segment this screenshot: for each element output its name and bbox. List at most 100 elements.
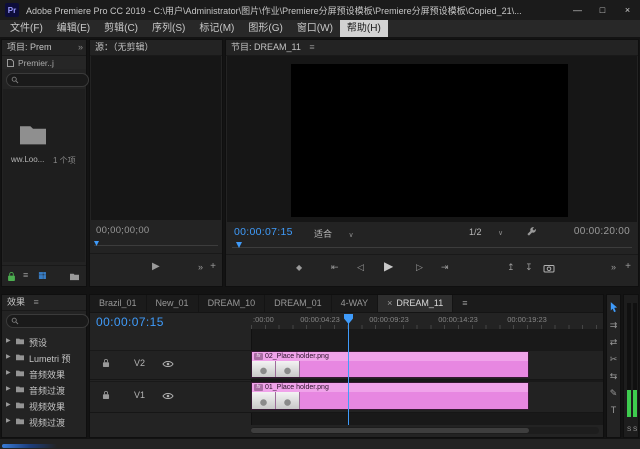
pen-tool-icon[interactable]: ✎ xyxy=(607,388,620,399)
program-scrubber[interactable] xyxy=(232,247,632,248)
project-item-row[interactable]: Premier..j xyxy=(2,56,86,69)
menu-edit[interactable]: 编辑(E) xyxy=(50,20,97,37)
selection-tool-icon[interactable] xyxy=(609,301,618,314)
effects-tab[interactable]: 效果 xyxy=(7,297,25,307)
extract-icon[interactable]: ↧ xyxy=(525,262,533,273)
lift-icon[interactable]: ↥ xyxy=(507,262,515,273)
fit-dropdown[interactable]: 适合 ∨ xyxy=(314,227,354,240)
timeline-playhead-line[interactable] xyxy=(348,314,349,425)
timeline-tab-new-01[interactable]: New_01 xyxy=(147,295,199,312)
twirl-icon[interactable]: ▶ xyxy=(6,385,11,392)
clip-name-bar: fx 02_Place holder.png xyxy=(252,352,528,361)
program-add-button-icon[interactable]: + xyxy=(625,261,631,272)
source-more-icon[interactable]: » xyxy=(198,262,203,272)
type-tool-icon[interactable]: T xyxy=(607,405,620,415)
close-button[interactable]: × xyxy=(615,0,640,20)
timeline-panel-menu-icon[interactable]: ≡ xyxy=(453,295,476,312)
clip-v1-01-place-holder[interactable]: fx 01_Place holder.png xyxy=(251,382,529,410)
timeline-tab-dream-11[interactable]: ×DREAM_11 xyxy=(378,295,453,312)
chevron-down-icon: ∨ xyxy=(349,232,354,239)
bin-name-label[interactable]: ww.Loo... xyxy=(11,155,44,164)
effects-item-audio-transitions[interactable]: ▶ 音频过渡 xyxy=(2,381,86,397)
program-timecode[interactable]: 00:00:07:15 xyxy=(234,226,293,238)
track-lock-icon[interactable] xyxy=(102,390,110,400)
effects-item-lumetri[interactable]: ▶ Lumetri 预 xyxy=(2,349,86,365)
add-marker-icon[interactable]: ◆ xyxy=(296,263,302,272)
solo-button-left[interactable]: S xyxy=(627,426,631,433)
menu-graphics[interactable]: 图形(G) xyxy=(241,20,289,37)
effects-panel: 效果 ≡ ▶ 预设 ▶ Lumetri 预 ▶ 音频效果 ▶ 音频过渡 xyxy=(1,294,87,438)
go-to-in-icon[interactable]: ⇤ xyxy=(331,262,339,273)
menu-markers[interactable]: 标记(M) xyxy=(192,20,241,37)
source-scrubber[interactable] xyxy=(94,245,218,246)
program-more-icon[interactable]: » xyxy=(611,262,616,272)
twirl-icon[interactable]: ▶ xyxy=(6,337,11,344)
twirl-icon[interactable]: ▶ xyxy=(6,417,11,424)
project-lock-icon[interactable] xyxy=(7,271,16,282)
twirl-icon[interactable]: ▶ xyxy=(6,369,11,376)
program-panel-menu-icon[interactable]: ≡ xyxy=(309,42,314,52)
maximize-button[interactable]: □ xyxy=(590,0,615,20)
resolution-dropdown[interactable]: 1/2 ∨ xyxy=(469,227,503,237)
project-tab[interactable]: 项目: Prem xyxy=(7,42,52,52)
hscrollbar-thumb[interactable] xyxy=(251,428,529,433)
effects-panel-menu-icon[interactable]: ≡ xyxy=(34,297,39,307)
go-to-out-icon[interactable]: ⇥ xyxy=(441,262,449,273)
bin-folder-icon[interactable] xyxy=(17,121,49,147)
effects-item-presets[interactable]: ▶ 预设 xyxy=(2,333,86,349)
track-eye-icon[interactable] xyxy=(162,360,174,368)
program-tab[interactable]: 节目: DREAM_11 xyxy=(231,42,301,52)
effects-item-video-transitions[interactable]: ▶ 视频过渡 xyxy=(2,413,86,429)
solo-button-right[interactable]: S xyxy=(633,426,637,433)
menu-clip[interactable]: 剪辑(C) xyxy=(97,20,145,37)
ripple-edit-tool-icon[interactable]: ⇄ xyxy=(607,337,620,348)
menu-help[interactable]: 帮助(H) xyxy=(340,20,388,37)
project-search[interactable] xyxy=(6,73,89,87)
tab-close-icon[interactable]: × xyxy=(387,298,392,308)
panel-overflow-icon[interactable]: » xyxy=(78,40,83,55)
export-frame-camera-icon[interactable] xyxy=(543,264,555,273)
divider xyxy=(90,253,222,254)
timeline-timecode[interactable]: 00:00:07:15 xyxy=(96,315,164,329)
source-tab[interactable]: 源：（无剪辑） xyxy=(95,42,154,52)
timeline-tab-brazil-01[interactable]: Brazil_01 xyxy=(90,295,147,312)
effects-search-input[interactable] xyxy=(19,317,84,326)
play-icon[interactable]: ▶ xyxy=(384,259,393,273)
step-back-icon[interactable]: ◁ xyxy=(357,262,364,273)
clip-v2-02-place-holder[interactable]: fx 02_Place holder.png xyxy=(251,351,529,378)
clip-thumbnail xyxy=(252,392,276,409)
menu-file[interactable]: 文件(F) xyxy=(3,20,50,37)
razor-tool-icon[interactable]: ✂ xyxy=(607,354,620,365)
slip-tool-icon[interactable]: ⇆ xyxy=(607,371,620,382)
menu-sequence[interactable]: 序列(S) xyxy=(145,20,192,37)
ruler-label: 00:00:14:23 xyxy=(438,315,478,324)
minimize-button[interactable]: — xyxy=(565,0,590,20)
track-lock-icon[interactable] xyxy=(102,358,110,368)
list-view-icon[interactable]: ≡ xyxy=(23,270,28,280)
icon-view-icon[interactable]: ▦ xyxy=(38,270,47,281)
settings-wrench-icon[interactable] xyxy=(526,226,537,237)
track-eye-icon[interactable] xyxy=(162,392,174,400)
project-search-input[interactable] xyxy=(19,76,84,85)
source-add-button-icon[interactable]: + xyxy=(210,261,216,272)
timeline-hscrollbar[interactable] xyxy=(251,427,599,434)
step-forward-icon[interactable]: ▷ xyxy=(416,262,423,273)
twirl-icon[interactable]: ▶ xyxy=(6,401,11,408)
effects-search[interactable] xyxy=(6,314,89,328)
track-label-v2[interactable]: V2 xyxy=(134,358,145,368)
effects-item-audio-effects[interactable]: ▶ 音频效果 xyxy=(2,365,86,381)
source-timecode[interactable]: 00;00;00;00 xyxy=(96,225,150,236)
timeline-tab-dream-10[interactable]: DREAM_10 xyxy=(199,295,266,312)
source-play-icon[interactable]: ▶ xyxy=(152,261,160,272)
new-bin-icon[interactable] xyxy=(69,272,80,281)
menu-window[interactable]: 窗口(W) xyxy=(290,20,340,37)
effects-item-video-effects[interactable]: ▶ 视频效果 xyxy=(2,397,86,413)
timeline-tab-4-way[interactable]: 4-WAY xyxy=(332,295,379,312)
timeline-ruler[interactable]: :00:00 00:00:04:23 00:00:09:23 00:00:14:… xyxy=(251,313,603,330)
audio-meter-left xyxy=(627,303,631,417)
track-label-v1[interactable]: V1 xyxy=(134,390,145,400)
twirl-icon[interactable]: ▶ xyxy=(6,353,11,360)
timeline-tab-dream-01[interactable]: DREAM_01 xyxy=(265,295,332,312)
divider xyxy=(226,254,638,255)
track-select-tool-icon[interactable]: ⇉ xyxy=(607,320,620,331)
